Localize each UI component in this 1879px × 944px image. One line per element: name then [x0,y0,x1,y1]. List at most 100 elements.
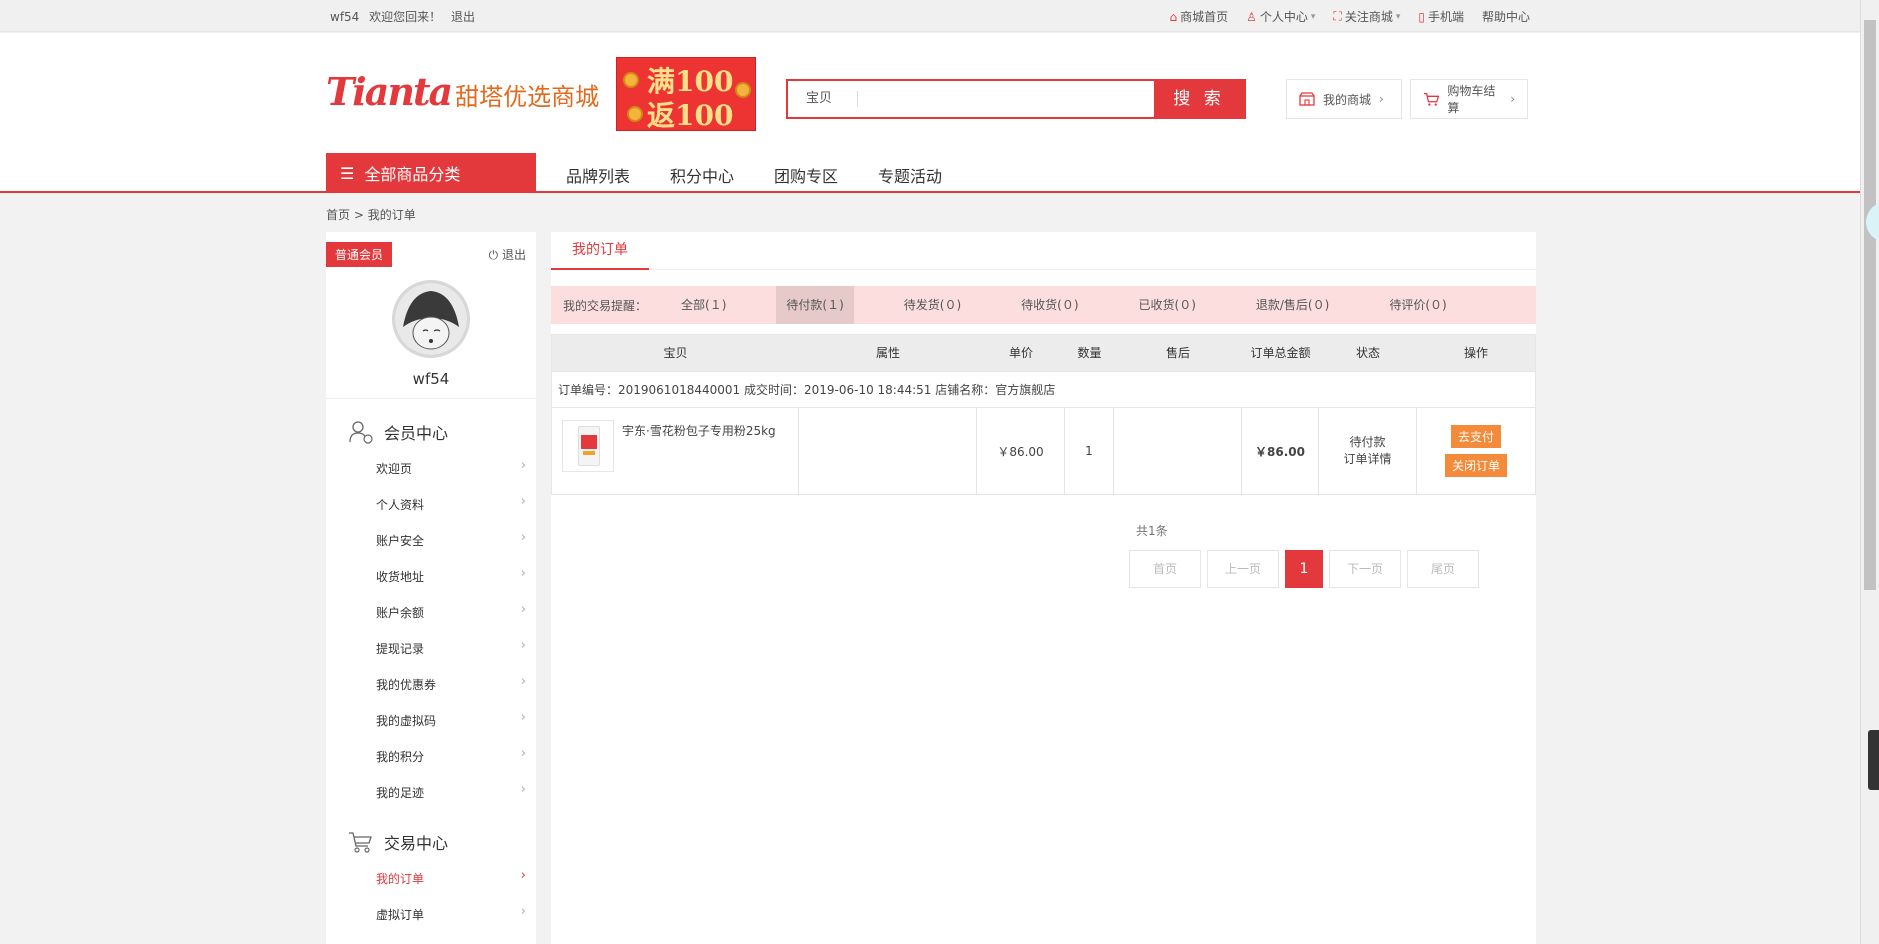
sidebar-item-label: 账户余额 [376,606,425,620]
site-logo[interactable]: Tianta 甜塔优选商城 [326,69,599,114]
order-detail-link[interactable]: 订单详情 [1343,451,1391,468]
filter-pending-receipt[interactable]: 待收货(０) [1011,286,1088,324]
chevron-right-icon: › [520,494,526,509]
top-bar: wf54 欢迎您回来！ 退出 ⌂ 商城首页 ♙ 个人中心 ▾ ⛶ 关注商城 ▾ … [0,0,1860,32]
filter-all[interactable]: 全部(１) [671,286,736,324]
mall-home-link[interactable]: ⌂ 商城首页 [1169,8,1228,25]
close-order-button[interactable]: 关闭订单 [1444,454,1507,477]
sidebar-item-my-orders[interactable]: 我的订单 › [376,868,526,887]
sidebar-item-address[interactable]: 收货地址 › [376,566,526,585]
help-center-link[interactable]: 帮助中心 [1482,8,1530,25]
avatar-image [395,283,467,355]
sidebar-logout-label: 退出 [501,248,526,262]
chevron-right-icon: › [1510,92,1515,106]
search-bar: 宝贝 搜 索 [786,79,1246,119]
col-quantity: 数量 [1077,346,1102,360]
section-trade-center: 交易中心 [348,830,448,854]
mobile-link[interactable]: ▯ 手机端 [1418,8,1464,25]
home-icon: ⌂ [1169,9,1178,24]
cart-checkout-button[interactable]: 购物车结算 › [1410,79,1528,119]
table-header: 宝贝 属性 单价 数量 售后 订单总金额 状态 操作 [552,335,1535,371]
nav-brand-list[interactable]: 品牌列表 [566,163,630,187]
store-icon [1299,92,1315,106]
phone-icon: ▯ [1418,9,1425,24]
after-sale-cell [1114,408,1242,494]
sidebar-item-label: 我的虚拟码 [376,714,437,728]
personal-center-link[interactable]: ♙ 个人中心 ▾ [1246,8,1315,25]
search-scope[interactable]: 宝贝 [788,81,858,117]
top-username[interactable]: wf54 [330,10,359,24]
col-after-sale: 售后 [1165,346,1190,360]
sidebar-item-welcome[interactable]: 欢迎页 › [376,458,526,477]
top-logout-link[interactable]: 退出 [451,10,475,24]
sidebar-item-balance[interactable]: 账户余额 › [376,602,526,621]
filter-refund[interactable]: 退款/售后(０) [1246,286,1339,324]
chevron-down-icon: ▾ [1395,11,1401,22]
nav-special-events[interactable]: 专题活动 [878,163,942,187]
filter-pending-review[interactable]: 待评价(０) [1379,286,1456,324]
vertical-scrollbar[interactable] [1860,0,1879,944]
tab-my-orders[interactable]: 我的订单 [551,232,649,270]
sidebar-item-withdrawals[interactable]: 提现记录 › [376,638,526,657]
promo-banner[interactable]: 满100 返100 [616,57,756,131]
chevron-right-icon: › [520,530,526,545]
prev-page-button[interactable]: 上一页 [1207,550,1279,588]
next-page-button[interactable]: 下一页 [1329,550,1401,588]
cart-icon [349,832,372,853]
current-page[interactable]: 1 [1285,550,1323,588]
chevron-right-icon: › [520,638,526,653]
filter-pending-shipment[interactable]: 待发货(０) [894,286,971,324]
chevron-right-icon: › [520,674,526,689]
filter-received[interactable]: 已收货(０) [1129,286,1206,324]
power-icon: ⏻ [488,248,499,262]
floating-toolbar[interactable] [1868,730,1879,790]
sidebar-item-label: 个人资料 [376,498,425,512]
breadcrumb-home[interactable]: 首页 [326,208,350,222]
sidebar-item-coupons[interactable]: 我的优惠券 › [376,674,526,693]
product-image [578,426,600,466]
scrollbar-thumb[interactable] [1864,20,1876,590]
pager-count: 共1条 [1136,524,1168,538]
mobile-label: 手机端 [1427,10,1464,24]
breadcrumb-current[interactable]: 我的订单 [368,208,416,222]
avatar[interactable] [392,280,470,358]
chevron-right-icon: › [520,602,526,617]
breadcrumb-sep: > [353,208,364,222]
unit-price: ￥86.00 [977,408,1065,494]
sidebar-item-points[interactable]: 我的积分 › [376,746,526,765]
tab-bar: 我的订单 [551,232,1536,270]
search-input[interactable] [858,81,1154,117]
filter-pending-payment[interactable]: 待付款(１) [776,286,854,324]
sidebar-item-profile[interactable]: 个人资料 › [376,494,526,513]
follow-mall-link[interactable]: ⛶ 关注商城 ▾ [1333,8,1400,25]
nav-points-center[interactable]: 积分中心 [670,163,734,187]
search-button[interactable]: 搜 索 [1154,81,1244,117]
chevron-down-icon: ▾ [1310,11,1316,22]
chevron-right-icon: › [520,458,526,473]
sidebar: 普通会员 ⏻ 退出 wf54 会员中心 欢迎页 › 个人资料 › 账户安全 › 收货地… [326,232,536,944]
attr-cell [799,408,977,494]
welcome-text: wf54 欢迎您回来！ 退出 [330,8,481,25]
col-actions: 操作 [1463,346,1488,360]
sidebar-item-label: 我的优惠券 [376,678,437,692]
product-thumbnail[interactable] [562,420,614,472]
sidebar-item-security[interactable]: 账户安全 › [376,530,526,549]
product-name[interactable]: 宇东·雪花粉包子专用粉25kg [622,422,776,439]
sidebar-item-label: 我的订单 [376,872,425,886]
first-page-button[interactable]: 首页 [1129,550,1201,588]
nav-group-buy[interactable]: 团购专区 [774,163,838,187]
main-nav: 品牌列表 积分中心 团购专区 专题活动 [566,163,942,187]
sidebar-item-virtual-codes[interactable]: 我的虚拟码 › [376,710,526,729]
sidebar-username: wf54 [412,370,450,388]
sidebar-item-virtual-orders[interactable]: 虚拟订单 › [376,904,526,923]
order-status: 待付款 [1349,435,1386,449]
all-categories-button[interactable]: ☰ 全部商品分类 [326,153,536,193]
last-page-button[interactable]: 尾页 [1407,550,1479,588]
sidebar-item-footprints[interactable]: 我的足迹 › [376,782,526,801]
pagination: 首页 上一页 1 下一页 尾页 [1129,550,1479,588]
chevron-right-icon: › [520,710,526,725]
sidebar-logout[interactable]: ⏻ 退出 [489,246,526,263]
pay-button[interactable]: 去支付 [1450,425,1501,448]
col-attributes: 属性 [875,346,900,360]
my-mall-button[interactable]: 我的商城 › [1286,79,1402,119]
